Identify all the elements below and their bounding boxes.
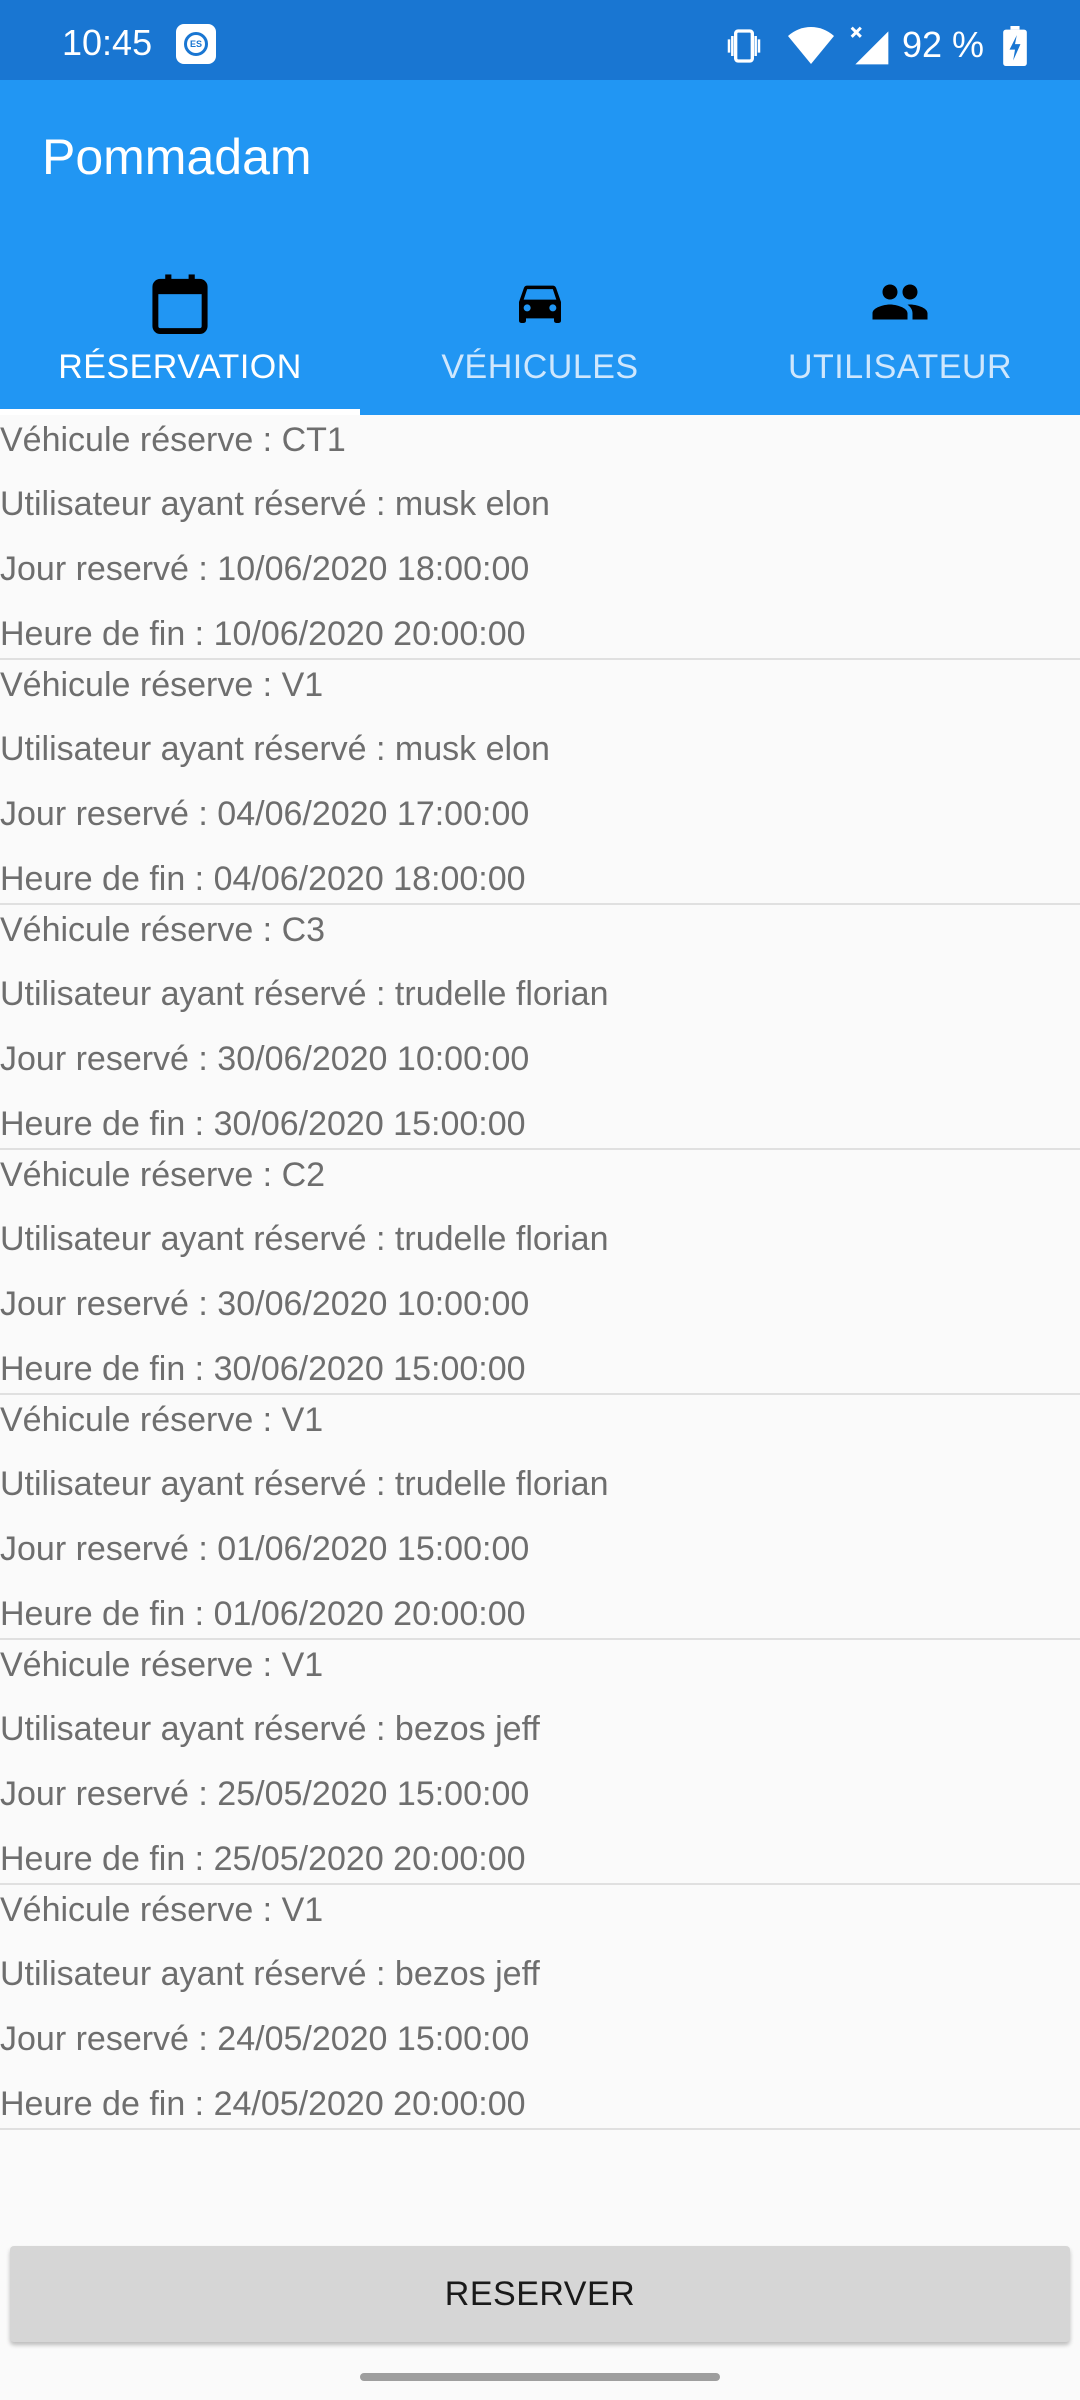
vehicle-text: Véhicule réserve : V1 [0, 1646, 324, 1684]
user-text: Utilisateur ayant réservé : trudelle flo… [0, 1220, 609, 1258]
user-text: Utilisateur ayant réservé : trudelle flo… [0, 1465, 609, 1503]
start-text: Jour reservé : 24/05/2020 15:00:00 [0, 2020, 530, 2058]
status-time: 10:45 [62, 22, 153, 63]
tab-vehicules[interactable]: VÉHICULES [360, 250, 720, 415]
vehicle-text: Véhicule réserve : C2 [0, 1156, 326, 1194]
start-text: Jour reservé : 01/06/2020 15:00:00 [0, 1530, 530, 1568]
tab-reservation[interactable]: RÉSERVATION [0, 250, 360, 415]
vibrate-icon [727, 29, 761, 63]
list-item[interactable]: Véhicule réserve : V1 Utilisateur ayant … [0, 1640, 1080, 1885]
start-text: Jour reservé : 04/06/2020 17:00:00 [0, 795, 530, 833]
vehicle-text: Véhicule réserve : V1 [0, 1891, 324, 1929]
list-item[interactable]: Véhicule réserve : V1 Utilisateur ayant … [0, 1395, 1080, 1640]
vehicle-text: Véhicule réserve : C3 [0, 911, 326, 949]
start-text: Jour reservé : 25/05/2020 15:00:00 [0, 1775, 530, 1813]
calendar-icon [152, 274, 208, 335]
app-notification-icon: ES [176, 24, 216, 64]
car-icon [519, 285, 561, 323]
tab-label: RÉSERVATION [58, 348, 302, 386]
user-text: Utilisateur ayant réservé : bezos jeff [0, 1710, 540, 1748]
list-item[interactable]: Véhicule réserve : V1 Utilisateur ayant … [0, 660, 1080, 905]
reservation-list[interactable]: Véhicule réserve : CT1 Utilisateur ayant… [0, 415, 1080, 2130]
end-text: Heure de fin : 25/05/2020 20:00:00 [0, 1840, 526, 1878]
end-text: Heure de fin : 10/06/2020 20:00:00 [0, 615, 526, 653]
end-text: Heure de fin : 24/05/2020 20:00:00 [0, 2085, 526, 2123]
tab-label: UTILISATEUR [787, 348, 1012, 386]
user-text: Utilisateur ayant réservé : bezos jeff [0, 1955, 540, 1993]
people-icon [872, 284, 928, 320]
vehicle-text: Véhicule réserve : CT1 [0, 421, 346, 459]
start-text: Jour reservé : 30/06/2020 10:00:00 [0, 1285, 530, 1323]
app-title: Pommadam [42, 129, 312, 185]
tab-bar: RÉSERVATION VÉHICULES UTILISATEUR [0, 250, 1080, 415]
vehicle-text: Véhicule réserve : V1 [0, 1401, 324, 1439]
start-text: Jour reservé : 10/06/2020 18:00:00 [0, 550, 530, 588]
user-text: Utilisateur ayant réservé : musk elon [0, 485, 550, 523]
end-text: Heure de fin : 04/06/2020 18:00:00 [0, 860, 526, 898]
end-text: Heure de fin : 30/06/2020 15:00:00 [0, 1350, 526, 1388]
battery-percentage: 92 % [902, 24, 985, 65]
end-text: Heure de fin : 30/06/2020 15:00:00 [0, 1105, 526, 1143]
vehicle-text: Véhicule réserve : V1 [0, 666, 324, 704]
list-item[interactable]: Véhicule réserve : C2 Utilisateur ayant … [0, 1150, 1080, 1395]
start-text: Jour reservé : 30/06/2020 10:00:00 [0, 1040, 530, 1078]
list-item[interactable]: Véhicule réserve : CT1 Utilisateur ayant… [0, 415, 1080, 660]
home-indicator[interactable] [360, 2373, 720, 2381]
tab-label: VÉHICULES [441, 348, 639, 386]
battery-charging-icon [1003, 26, 1027, 66]
app-bar: Pommadam RÉSERVATION VÉHICULES UTILISATE… [0, 80, 1080, 415]
status-bar: 10:45 ES 92 % [0, 0, 1080, 80]
user-text: Utilisateur ayant réservé : musk elon [0, 730, 550, 768]
signal-icon [850, 26, 889, 65]
wifi-icon [788, 27, 834, 64]
list-item[interactable]: Véhicule réserve : C3 Utilisateur ayant … [0, 905, 1080, 1150]
user-text: Utilisateur ayant réservé : trudelle flo… [0, 975, 609, 1013]
tab-utilisateur[interactable]: UTILISATEUR [720, 250, 1080, 415]
end-text: Heure de fin : 01/06/2020 20:00:00 [0, 1595, 526, 1633]
reserve-button[interactable]: RESERVER [10, 2246, 1070, 2342]
list-item[interactable]: Véhicule réserve : V1 Utilisateur ayant … [0, 1885, 1080, 2130]
